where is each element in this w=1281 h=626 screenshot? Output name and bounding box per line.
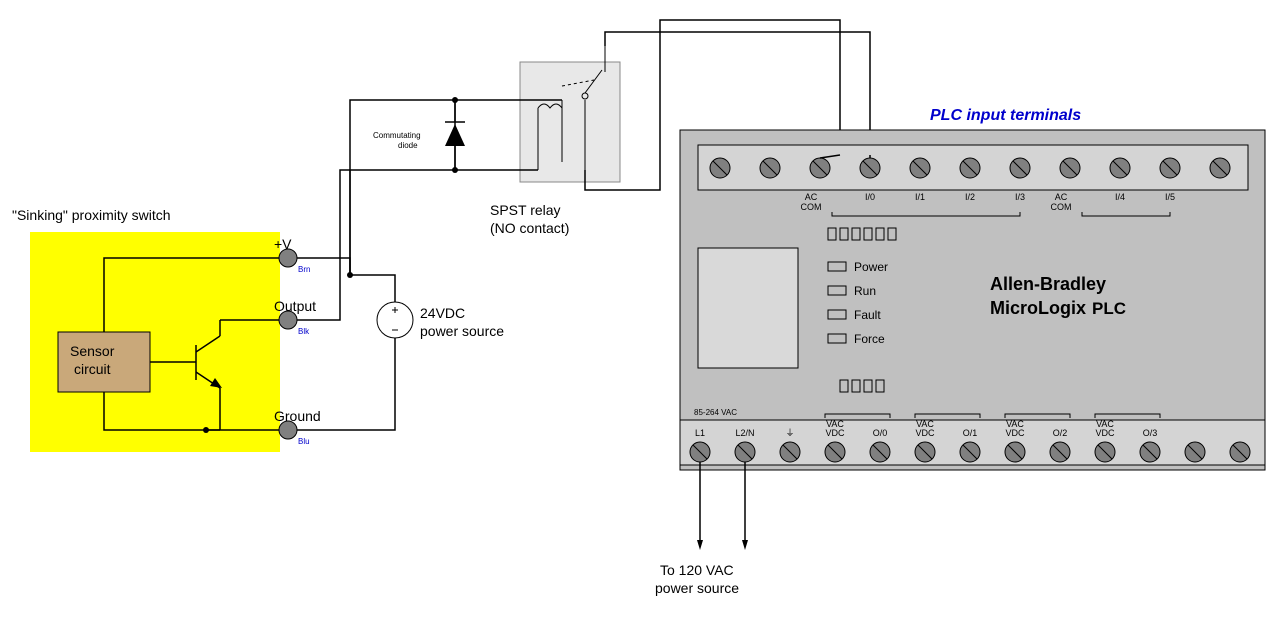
commutating-diode: Commutating diode xyxy=(340,97,465,275)
svg-text:O/3: O/3 xyxy=(1143,428,1158,438)
mains-label-1: To 120 VAC xyxy=(660,562,734,578)
plc: PLC input terminals 85-264 VAC Power Run… xyxy=(655,107,1265,596)
wire-to-dc-plus xyxy=(350,275,395,302)
svg-text:COM: COM xyxy=(1051,202,1072,212)
svg-text:VDC: VDC xyxy=(825,428,845,438)
svg-text:I/5: I/5 xyxy=(1165,192,1175,202)
dc-source: 24VDC power source xyxy=(377,302,504,339)
ground-color: Blu xyxy=(298,437,310,446)
svg-text:Power: Power xyxy=(854,260,888,274)
svg-text:O/0: O/0 xyxy=(873,428,888,438)
diode-label-2: diode xyxy=(398,141,418,150)
svg-text:⏚: ⏚ xyxy=(785,428,794,438)
svg-text:L2/N: L2/N xyxy=(735,428,754,438)
svg-text:VDC: VDC xyxy=(1095,428,1115,438)
svg-text:L1: L1 xyxy=(695,428,705,438)
svg-text:Force: Force xyxy=(854,332,885,346)
svg-text:O/1: O/1 xyxy=(963,428,978,438)
svg-text:Fault: Fault xyxy=(854,308,881,322)
sensor-label-2: circuit xyxy=(74,361,111,377)
output-color: Blk xyxy=(298,327,310,336)
svg-text:AC: AC xyxy=(1055,192,1068,202)
svg-text:I/3: I/3 xyxy=(1015,192,1025,202)
svg-text:I/0: I/0 xyxy=(865,192,875,202)
svg-text:COM: COM xyxy=(801,202,822,212)
plc-model: MicroLogix xyxy=(990,298,1086,318)
relay-body xyxy=(520,62,620,182)
relay-title-2: (NO contact) xyxy=(490,220,569,236)
plc-header: PLC input terminals xyxy=(930,107,1081,124)
proximity-switch-group: "Sinking" proximity switch Sensor circui… xyxy=(12,207,321,452)
plc-vrange: 85-264 VAC xyxy=(694,408,737,417)
svg-text:O/2: O/2 xyxy=(1053,428,1068,438)
relay-title-1: SPST relay xyxy=(490,202,561,218)
diode-label-1: Commutating xyxy=(373,131,421,140)
plc-brand: Allen-Bradley xyxy=(990,274,1106,294)
svg-text:Run: Run xyxy=(854,284,876,298)
svg-text:AC: AC xyxy=(805,192,818,202)
plc-type: PLC xyxy=(1092,299,1126,318)
vplus-color: Brn xyxy=(298,265,310,274)
ground-label: Ground xyxy=(274,408,321,424)
vplus-label: +V xyxy=(274,236,292,252)
relay: SPST relay (NO contact) xyxy=(490,46,620,236)
sensor-label-1: Sensor xyxy=(70,343,115,359)
dc-label-2: power source xyxy=(420,323,504,339)
svg-text:I/4: I/4 xyxy=(1115,192,1125,202)
svg-text:VDC: VDC xyxy=(1005,428,1025,438)
svg-text:I/2: I/2 xyxy=(965,192,975,202)
proximity-title: "Sinking" proximity switch xyxy=(12,207,171,223)
svg-text:I/1: I/1 xyxy=(915,192,925,202)
mains-label-2: power source xyxy=(655,580,739,596)
dc-label-1: 24VDC xyxy=(420,305,465,321)
svg-text:VDC: VDC xyxy=(915,428,935,438)
output-label: Output xyxy=(274,298,316,314)
